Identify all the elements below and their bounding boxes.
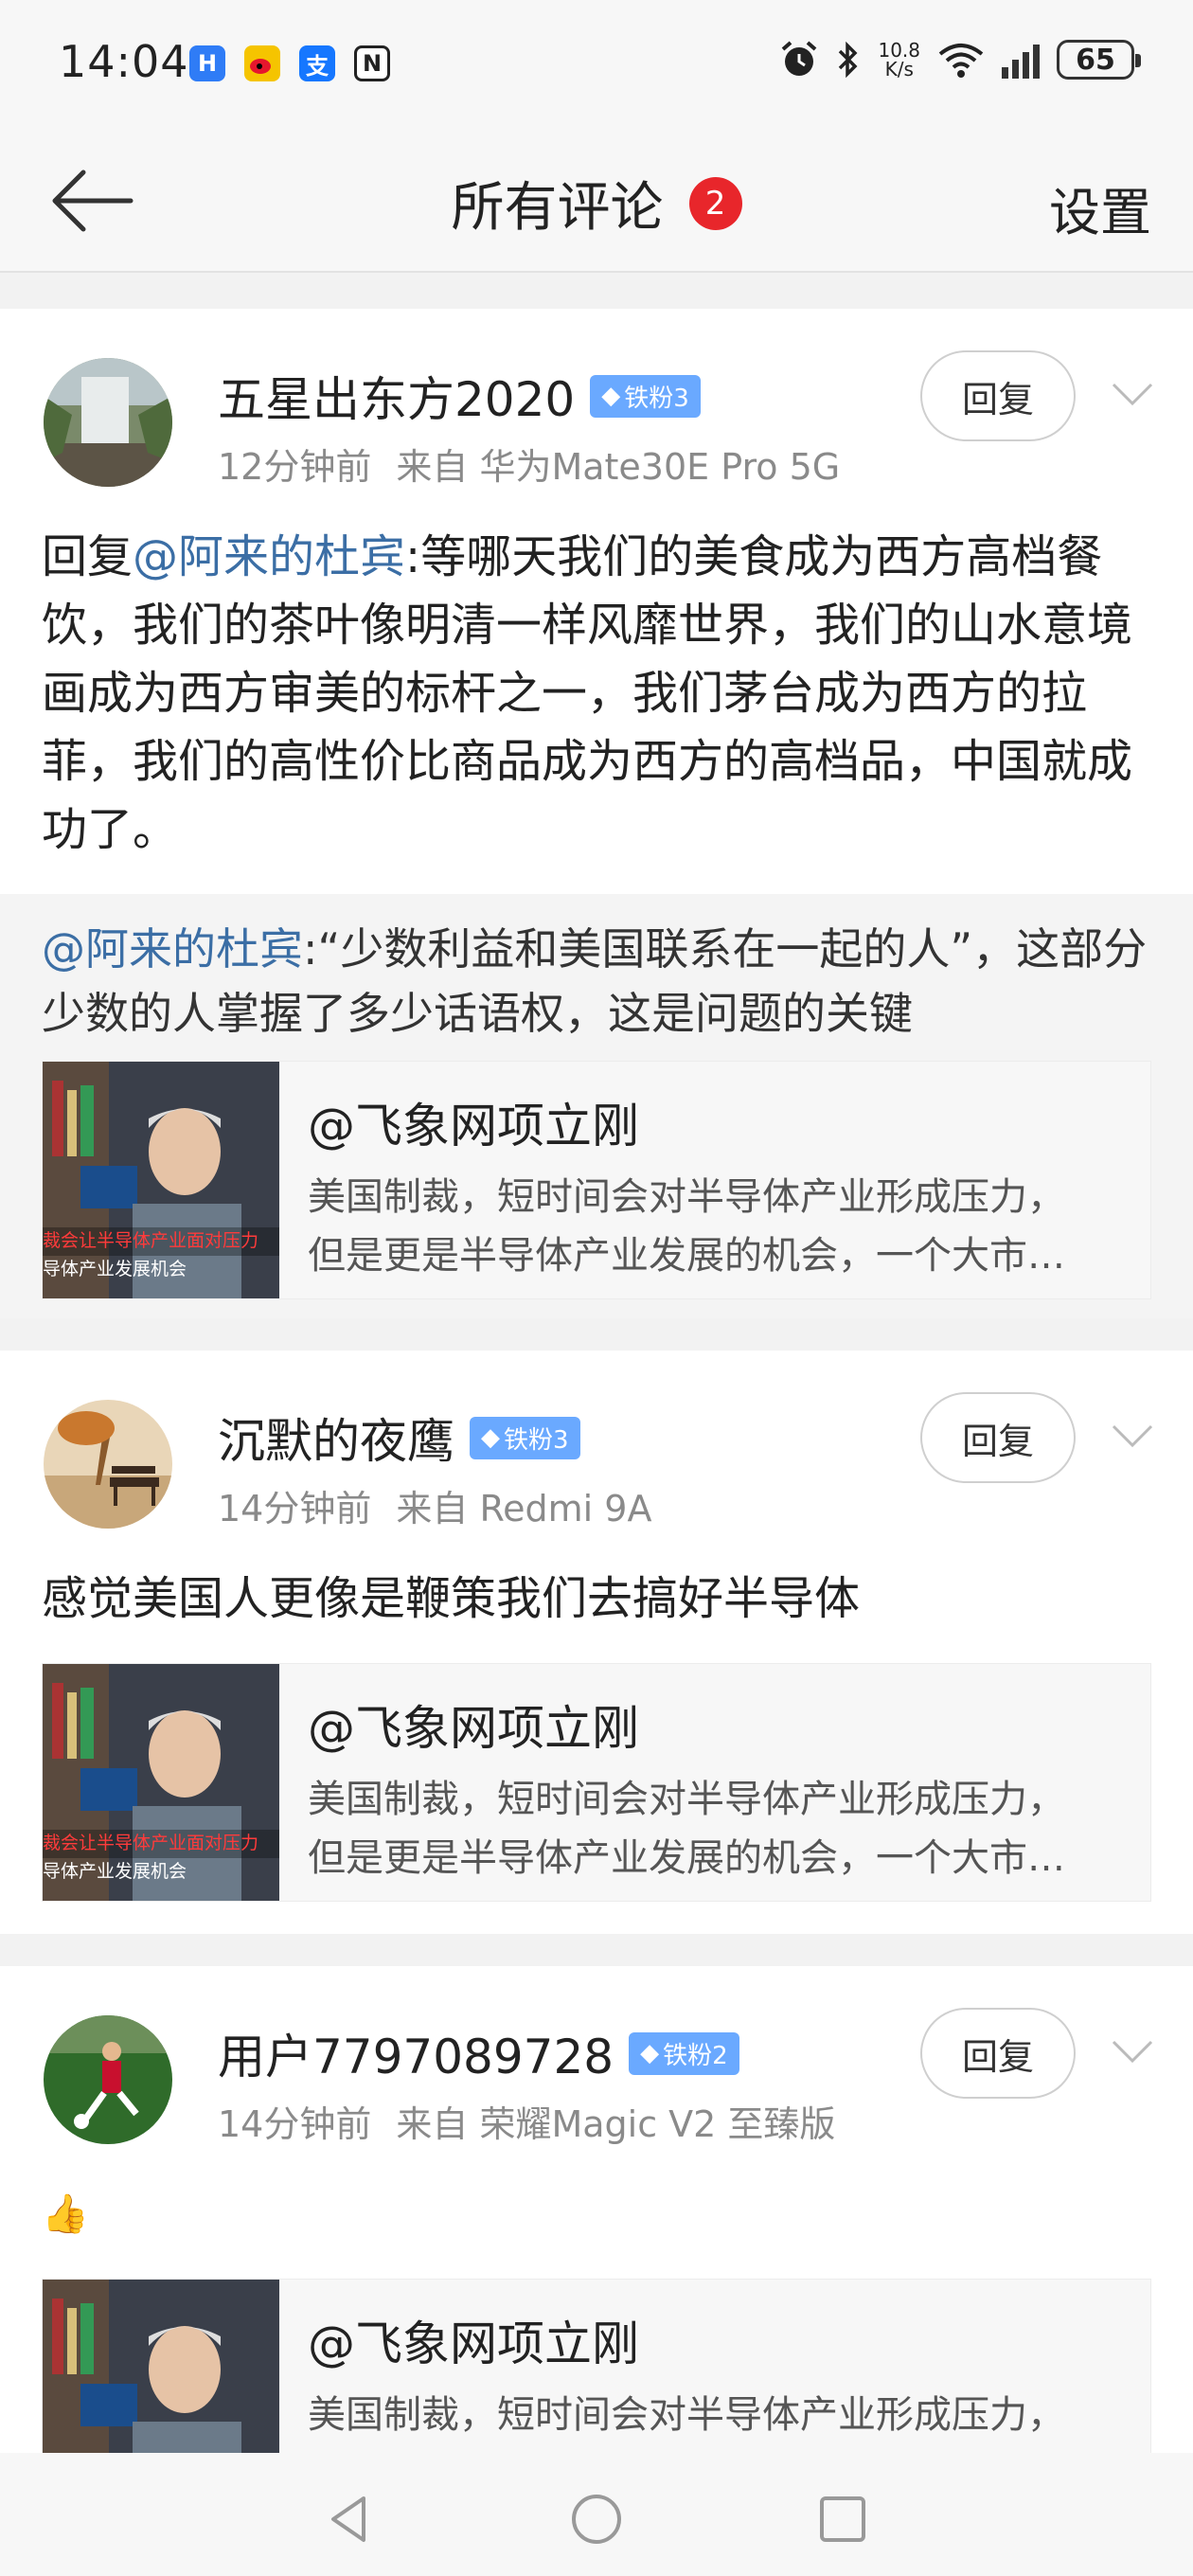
unread-badge: 2 [688,176,742,230]
comment-text: 回复@阿来的杜宾:等哪天我们的美食成为西方高档餐饮，我们的茶叶像明清一样风靡世界… [42,530,1133,856]
reply-button[interactable]: 回复 [920,1392,1076,1483]
username[interactable]: 沉默的夜鹰 [218,1404,454,1472]
bluetooth-icon [839,41,858,79]
username[interactable]: 五星出东方2020 [218,362,575,430]
comment-time: 14分钟前 [218,2103,372,2145]
video-card[interactable]: 裁会让半导体产业面对压力 导体产业发展机会 @飞象网项立刚 美国制裁，短时间会对半… [42,1061,1151,1299]
video-description: 美国制裁，短时间会对半导体产业形成压力， [308,2393,1065,2437]
comment-list: 五星出东方2020 ◆ 铁粉3 12分钟前 来自 华为Mate30E Pro 5G … [0,309,1193,2567]
page-title: 所有评论 [451,177,664,239]
video-card[interactable]: 裁会让半导体产业面对压力 导体产业发展机会 @飞象网项立刚 美国制裁，短时间会对半… [42,1663,1151,1902]
fan-badge: ◆ 铁粉2 [629,2031,739,2075]
app-h-icon: H [189,45,225,81]
username[interactable]: 用户7797089728 [218,2019,614,2087]
diamond-icon: ◆ [601,382,621,410]
comment-device: 来自 荣耀Magic V2 至臻版 [396,2103,836,2145]
video-title: @飞象网项立刚 [308,1701,639,1756]
alipay-icon: 支 [299,45,335,81]
comment-meta: 12分钟前 来自 华为Mate30E Pro 5G [218,438,840,490]
chevron-down-icon[interactable] [1110,377,1155,411]
nav-back-icon[interactable] [322,2491,379,2548]
comment-meta: 14分钟前 来自 Redmi 9A [218,1479,651,1531]
nav-home-icon[interactable] [566,2491,627,2548]
fan-badge: ◆ 铁粉3 [590,374,701,418]
system-nav-bar [0,2453,1193,2576]
reply-button[interactable]: 回复 [920,2008,1076,2099]
comment-time: 14分钟前 [218,1488,372,1530]
comment-device: 来自 华为Mate30E Pro 5G [396,446,841,488]
wifi-6-icon [938,44,984,78]
avatar[interactable] [44,358,172,487]
quoted-comment[interactable]: @阿来的杜宾:“少数利益和美国联系在一起的人”，这部分少数的人掌握了多少话语权，… [0,894,1193,1318]
status-bar: 14:04 H 支 N 10.8 K/s 65 [0,0,1193,133]
mention-link[interactable]: @阿来的杜宾 [133,530,405,583]
video-thumbnail[interactable]: 裁会让半导体产业面对压力 导体产业发展机会 [43,1664,279,1901]
reply-button[interactable]: 回复 [920,350,1076,441]
comment-time: 12分钟前 [218,446,372,488]
comment-meta: 14分钟前 来自 荣耀Magic V2 至臻版 [218,2095,835,2147]
battery-icon: 65 [1057,40,1141,80]
avatar[interactable] [44,1400,172,1529]
settings-button[interactable]: 设置 [1049,170,1151,245]
comment-card[interactable]: 沉默的夜鹰 ◆ 铁粉3 14分钟前 来自 Redmi 9A 回复 感觉美国人更像是鞭… [0,1351,1193,1934]
comment-card[interactable]: 五星出东方2020 ◆ 铁粉3 12分钟前 来自 华为Mate30E Pro 5G … [0,309,1193,1318]
video-caption: 导体产业发展机会 [43,1861,187,1882]
comment-device: 来自 Redmi 9A [396,1488,652,1530]
diamond-icon: ◆ [640,2039,660,2067]
mention-link[interactable]: @阿来的杜宾 [42,923,303,975]
diamond-icon: ◆ [481,1423,500,1452]
nfc-icon: N [354,45,390,81]
chevron-down-icon[interactable] [1110,1419,1155,1453]
video-description: 美国制裁，短时间会对半导体产业形成压力， 但是更是半导体产业发展的机会，一个大市… [308,1778,1065,1880]
quoted-text: @阿来的杜宾:“少数利益和美国联系在一起的人”，这部分少数的人掌握了多少话语权，… [42,923,1148,1039]
video-caption: 导体产业发展机会 [43,1259,187,1279]
video-caption: 裁会让半导体产业面对压力 [43,1833,258,1853]
video-title: @飞象网项立刚 [308,1099,639,1154]
comment-card[interactable]: 用户7797089728 ◆ 铁粉2 14分钟前 来自 荣耀Magic V2 至臻版… [0,1966,1193,2534]
title-bar: 所有评论 2 设置 [0,133,1193,273]
comment-text: 感觉美国人更像是鞭策我们去搞好半导体 [42,1572,861,1625]
video-title: @飞象网项立刚 [308,2317,639,2371]
video-thumbnail[interactable]: 裁会让半导体产业面对压力 导体产业发展机会 [43,1062,279,1298]
net-speed: 10.8 K/s [878,39,920,80]
notification-icons: H 支 N [189,45,390,81]
video-description: 美国制裁，短时间会对半导体产业形成压力， 但是更是半导体产业发展的机会，一个大市… [308,1175,1065,1278]
signal-icon [1002,41,1040,79]
clock: 14:04 [59,36,189,87]
weibo-icon [244,45,280,81]
chevron-down-icon[interactable] [1110,2034,1155,2068]
avatar[interactable] [44,2015,172,2144]
video-caption: 裁会让半导体产业面对压力 [43,1230,258,1251]
thumbs-up-emoji: 👍 [42,2192,89,2236]
nav-recents-icon[interactable] [814,2491,871,2548]
fan-badge: ◆ 铁粉3 [470,1416,580,1459]
alarm-icon [782,41,817,76]
